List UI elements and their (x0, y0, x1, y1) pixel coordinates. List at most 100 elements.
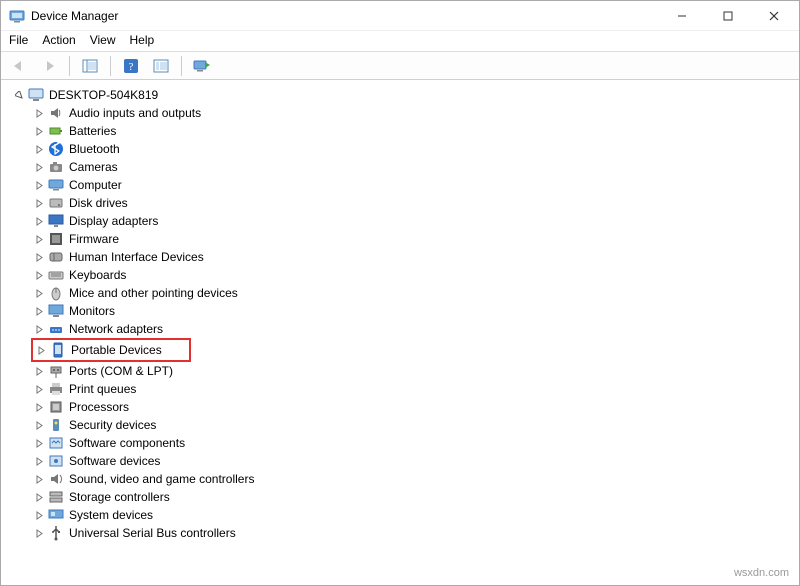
toolbar-separator (69, 56, 70, 76)
tree-node[interactable]: Sound, video and game controllers (33, 470, 791, 488)
sound-icon (48, 471, 64, 487)
tree-node[interactable]: Processors (33, 398, 791, 416)
forward-button[interactable] (37, 55, 61, 77)
highlighted-node: Portable Devices (31, 338, 191, 362)
security-icon (48, 417, 64, 433)
expand-icon[interactable] (33, 401, 45, 413)
expand-icon[interactable] (33, 365, 45, 377)
expand-icon[interactable] (33, 323, 45, 335)
tree-node[interactable]: Firmware (33, 230, 791, 248)
action-button[interactable] (149, 55, 173, 77)
toolbar: ? (1, 52, 799, 80)
tree-node[interactable]: Computer (33, 176, 791, 194)
tree-node[interactable]: Security devices (33, 416, 791, 434)
tree-root-node[interactable]: DESKTOP-504K819 (13, 86, 791, 104)
expand-icon[interactable] (33, 383, 45, 395)
tree-node[interactable]: Ports (COM & LPT) (33, 362, 791, 380)
show-hide-console-button[interactable] (78, 55, 102, 77)
tree-node[interactable]: Network adapters (33, 320, 791, 338)
window-controls (659, 1, 797, 31)
tree-node[interactable]: Cameras (33, 158, 791, 176)
swdev-icon (48, 453, 64, 469)
collapse-icon[interactable] (13, 89, 25, 101)
expand-icon[interactable] (33, 437, 45, 449)
menu-help[interactable]: Help (130, 33, 155, 47)
battery-icon (48, 123, 64, 139)
tree-node[interactable]: Mice and other pointing devices (33, 284, 791, 302)
maximize-button[interactable] (705, 1, 751, 31)
expand-icon[interactable] (33, 527, 45, 539)
expand-icon[interactable] (33, 455, 45, 467)
expand-icon[interactable] (33, 287, 45, 299)
expand-icon[interactable] (33, 269, 45, 281)
tree-node[interactable]: Human Interface Devices (33, 248, 791, 266)
window-title: Device Manager (31, 9, 659, 23)
tree-node[interactable]: Storage controllers (33, 488, 791, 506)
menu-file[interactable]: File (9, 33, 28, 47)
usb-icon (48, 525, 64, 541)
tree-node[interactable]: Software devices (33, 452, 791, 470)
expand-icon[interactable] (33, 143, 45, 155)
expand-icon[interactable] (33, 491, 45, 503)
tree-node-label: System devices (67, 508, 155, 522)
minimize-button[interactable] (659, 1, 705, 31)
expand-icon[interactable] (33, 233, 45, 245)
expand-icon[interactable] (33, 215, 45, 227)
tree-node[interactable]: Display adapters (33, 212, 791, 230)
tree-node[interactable]: Disk drives (33, 194, 791, 212)
expand-icon[interactable] (33, 179, 45, 191)
monitor-icon (48, 303, 64, 319)
expand-icon[interactable] (33, 419, 45, 431)
tree-node-label: Software components (67, 436, 187, 450)
expand-icon[interactable] (33, 251, 45, 263)
tree-node-label: Mice and other pointing devices (67, 286, 240, 300)
port-icon (48, 363, 64, 379)
tree-node-label: Firmware (67, 232, 121, 246)
tree-node-label: Keyboards (67, 268, 128, 282)
keyboard-icon (48, 267, 64, 283)
tree-node[interactable]: Portable Devices (35, 341, 187, 359)
cpu-icon (48, 399, 64, 415)
expand-icon[interactable] (33, 125, 45, 137)
disk-icon (48, 195, 64, 211)
device-tree[interactable]: DESKTOP-504K819 Audio inputs and outputs… (1, 80, 799, 574)
tree-node[interactable]: Universal Serial Bus controllers (33, 524, 791, 542)
menu-view[interactable]: View (90, 33, 116, 47)
system-icon (48, 507, 64, 523)
close-button[interactable] (751, 1, 797, 31)
tree-node[interactable]: System devices (33, 506, 791, 524)
tree-node-label: Monitors (67, 304, 117, 318)
swcomp-icon (48, 435, 64, 451)
portable-icon (50, 342, 66, 358)
tree-node-label: Storage controllers (67, 490, 172, 504)
computer-icon (48, 177, 64, 193)
printer-icon (48, 381, 64, 397)
expand-icon[interactable] (35, 344, 47, 356)
tree-node-label: Batteries (67, 124, 118, 138)
tree-node-label: Computer (67, 178, 124, 192)
help-button[interactable]: ? (119, 55, 143, 77)
tree-node[interactable]: Batteries (33, 122, 791, 140)
tree-node-label: Processors (67, 400, 131, 414)
tree-node-label: Disk drives (67, 196, 130, 210)
tree-node-label: Bluetooth (67, 142, 122, 156)
tree-node[interactable]: Audio inputs and outputs (33, 104, 791, 122)
expand-icon[interactable] (33, 305, 45, 317)
tree-node[interactable]: Monitors (33, 302, 791, 320)
tree-node-label: Display adapters (67, 214, 160, 228)
menu-action[interactable]: Action (42, 33, 75, 47)
tree-node[interactable]: Print queues (33, 380, 791, 398)
titlebar: Device Manager (1, 1, 799, 31)
expand-icon[interactable] (33, 107, 45, 119)
back-button[interactable] (7, 55, 31, 77)
expand-icon[interactable] (33, 509, 45, 521)
computer-root-icon (28, 87, 44, 103)
hid-icon (48, 249, 64, 265)
expand-icon[interactable] (33, 473, 45, 485)
tree-node[interactable]: Keyboards (33, 266, 791, 284)
expand-icon[interactable] (33, 197, 45, 209)
expand-icon[interactable] (33, 161, 45, 173)
tree-node[interactable]: Bluetooth (33, 140, 791, 158)
tree-node[interactable]: Software components (33, 434, 791, 452)
scan-hardware-button[interactable] (190, 55, 214, 77)
